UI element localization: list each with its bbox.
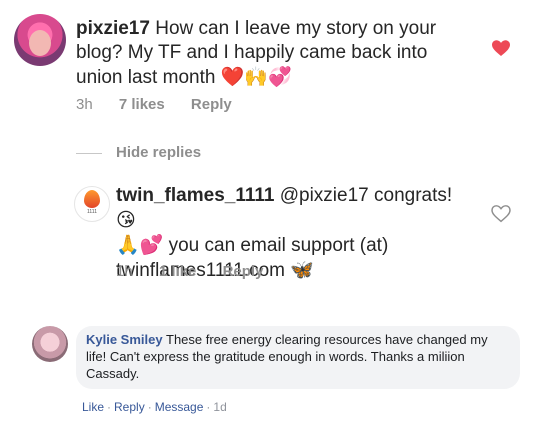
like-heart-outline-icon[interactable] <box>491 205 511 223</box>
timestamp[interactable]: 1d <box>213 400 226 414</box>
like-link[interactable]: Like <box>82 400 104 414</box>
avatar[interactable] <box>14 14 66 66</box>
comment-text: congrats! <box>374 185 453 206</box>
pray-hearts-emoji: 🙏💕 <box>116 234 164 256</box>
reply-button[interactable]: Reply <box>223 263 264 280</box>
comment-actions: Like · Reply · Message · 1d <box>82 400 227 414</box>
avatar[interactable]: 1111 <box>74 186 110 222</box>
comment-likes[interactable]: 7 likes <box>119 96 165 113</box>
comment-username[interactable]: pixzie17 <box>76 18 150 39</box>
avatar-caption: 1111 <box>86 209 97 215</box>
like-heart-icon[interactable] <box>492 40 510 57</box>
reply-link[interactable]: Reply <box>114 400 145 414</box>
comment-meta: 3h 7 likes Reply <box>76 96 254 113</box>
flame-icon <box>84 190 100 208</box>
avatar[interactable] <box>32 326 68 362</box>
avatar-face <box>29 30 51 56</box>
comment-meta: 1h 1 like Reply <box>116 263 285 280</box>
facebook-comment: Kylie Smiley These free energy clearing … <box>0 290 542 422</box>
reply-button[interactable]: Reply <box>191 96 232 113</box>
comment-bubble: Kylie Smiley These free energy clearing … <box>76 326 520 389</box>
butterfly-emoji: 🦋 <box>290 259 314 281</box>
comment-emojis: ❤️🙌💞 <box>220 66 292 88</box>
comment-username[interactable]: twin_flames_1111 <box>116 185 274 206</box>
commenter-name[interactable]: Kylie Smiley <box>86 332 163 347</box>
hide-replies-label: Hide replies <box>116 144 202 161</box>
comment-likes[interactable]: 1 like <box>159 263 197 280</box>
mention-link[interactable]: @pixzie17 <box>280 185 369 206</box>
comment-age: 1h <box>116 263 133 280</box>
message-link[interactable]: Message <box>155 400 204 414</box>
instagram-comments: pixzie17 How can I leave my story on you… <box>0 0 542 290</box>
divider-line <box>76 152 102 154</box>
comment: pixzie17 How can I leave my story on you… <box>76 17 476 90</box>
hide-replies-button[interactable]: Hide replies <box>76 144 201 161</box>
kiss-emoji: 😘 <box>116 209 136 231</box>
comment-age: 3h <box>76 96 93 113</box>
